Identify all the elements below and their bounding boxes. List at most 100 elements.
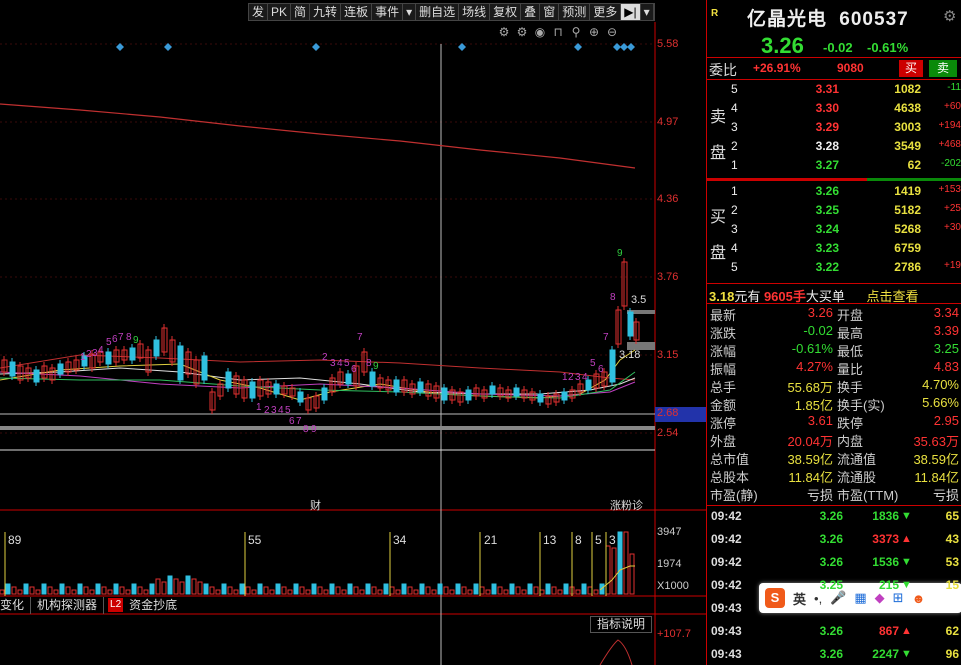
tick-t: 09:43 [711, 624, 742, 638]
volume-bar [371, 586, 377, 595]
candle [273, 383, 280, 395]
skin-icon[interactable]: ◆ [875, 590, 885, 606]
candle [561, 391, 568, 401]
bids-chg: +25 [944, 203, 961, 214]
volume-bar [41, 583, 47, 595]
price-change-pct: -0.61% [867, 40, 909, 55]
bids-vol: 5268 [894, 222, 921, 236]
volume-bar [125, 589, 131, 595]
bids-lvl: 5 [731, 260, 738, 274]
bids-vol: 1419 [894, 184, 921, 198]
kline-chart-area[interactable]: 发 PK 简九转 连板 事件 ▾ 删自选 场线 复权叠窗预测 更多 ▶| ▾ ⚙ ⚙ ◉ ⊓ ⚲ ⊕ … [0, 0, 706, 665]
bids-price: 3.24 [815, 222, 839, 236]
volume-bar [527, 583, 533, 595]
tick-p: 3.26 [819, 624, 843, 638]
svg-text:6: 6 [351, 364, 357, 375]
stat-k2: 量比 [837, 362, 864, 377]
tick-p: 3.25 [819, 578, 843, 592]
asks-lvl: 2 [731, 139, 738, 153]
volume-bar [347, 583, 353, 595]
volume-bar [467, 589, 473, 595]
volume-bar [29, 586, 35, 595]
volume-bar [107, 589, 113, 595]
stock-name: 亿晶光电 600537 [747, 4, 909, 31]
ime-punct-icon[interactable]: •, [814, 591, 822, 606]
price-chart[interactable]: 1 2 3 45 6 7 8 9 23 4 5678 9 1 2 3 4 56 78 9 1 2 3 45678 … [0, 0, 706, 665]
keyboard-icon[interactable]: ▦ [854, 590, 866, 606]
candle [393, 379, 400, 393]
sell-button[interactable]: 卖 [929, 60, 957, 77]
volume-bar [401, 583, 407, 595]
asks-price: 3.27 [815, 158, 839, 172]
arrow-up-icon: ▲ [901, 533, 912, 545]
volume-bar [419, 583, 425, 595]
tick-p: 3.26 [819, 647, 843, 661]
price-axis-label: 5.58 [657, 38, 679, 50]
indicator-help-button[interactable]: 指标说明 [590, 616, 652, 633]
ime-logo-icon: S [765, 588, 785, 608]
volume-bar [245, 586, 251, 595]
stat-v2: 5.66% [922, 395, 959, 410]
svg-text:5: 5 [344, 358, 350, 369]
bids-chg: +19 [944, 260, 961, 271]
volume-bar [167, 575, 173, 595]
asks-vol: 62 [907, 158, 921, 172]
volume-bar [143, 589, 149, 595]
stat-v1: 3.26 [807, 305, 833, 320]
volume-bar [479, 586, 485, 595]
vol-marker: 8 [575, 533, 582, 547]
tick-n: 96 [945, 647, 959, 661]
svg-text:4: 4 [278, 405, 284, 416]
svg-text:3: 3 [575, 372, 581, 383]
volume-bar [239, 583, 245, 595]
volume-bar [389, 586, 395, 595]
candle [57, 363, 64, 375]
candle [177, 345, 184, 381]
weibi-diff: 9080 [837, 61, 864, 75]
svg-text:8: 8 [126, 332, 132, 343]
tab-capital-bottom[interactable]: 资金抄底 [123, 597, 183, 614]
buy-button[interactable]: 买 [899, 60, 923, 77]
svg-text:2: 2 [264, 405, 270, 416]
tick-v: 867 [878, 624, 899, 638]
asks-price: 3.30 [815, 101, 839, 115]
stat-v2: 3.34 [933, 305, 959, 320]
asks-price: 3.31 [815, 82, 839, 96]
tab-institution-detector[interactable]: 机构探测器 [31, 597, 105, 614]
vol-marker: 34 [393, 533, 407, 547]
asks-chg: +468 [938, 139, 961, 150]
tab-change[interactable]: 变化 [0, 597, 32, 614]
tick-p: 3.26 [819, 555, 843, 569]
weibi-value: +26.91% [753, 61, 801, 75]
asks-lvl: 5 [731, 82, 738, 96]
toolbox-icon[interactable]: ⊞ [893, 590, 904, 606]
svg-text:9: 9 [311, 424, 317, 435]
volume-bar [197, 581, 203, 595]
volume-bar [551, 586, 557, 595]
vol-marker: 89 [8, 533, 22, 547]
microphone-icon[interactable]: 🎤 [830, 590, 846, 606]
stat-k2: 跌停 [837, 416, 864, 431]
volume-bar [287, 589, 293, 595]
mascot-icon[interactable]: ☻ [912, 591, 926, 606]
stat-v1: 1.85亿 [794, 398, 833, 413]
stat-k2: 最低 [837, 344, 864, 359]
volume-bar [623, 531, 629, 595]
stock-name-text: 亿晶光电 [747, 9, 828, 30]
svg-text:5: 5 [285, 405, 291, 416]
finance-label[interactable]: 财 [310, 497, 321, 513]
volume-bar [71, 589, 77, 595]
vol-marker: 5 [595, 533, 602, 547]
bids-vol: 5182 [894, 203, 921, 217]
gear-icon[interactable]: ⚙ [943, 7, 956, 25]
volume-bar [437, 583, 443, 595]
volume-bar [455, 583, 461, 595]
tab-l2-badge[interactable]: L2 [108, 598, 124, 612]
volume-bar [119, 586, 125, 595]
tick-n: 62 [945, 624, 959, 638]
ask-ratio-bar [707, 178, 867, 181]
price-change: -0.02 [823, 40, 853, 55]
diagnose-label[interactable]: 涨粉诊 [610, 497, 643, 513]
tick-t: 09:43 [711, 647, 742, 661]
stat-k1: 外盘 [710, 434, 737, 449]
